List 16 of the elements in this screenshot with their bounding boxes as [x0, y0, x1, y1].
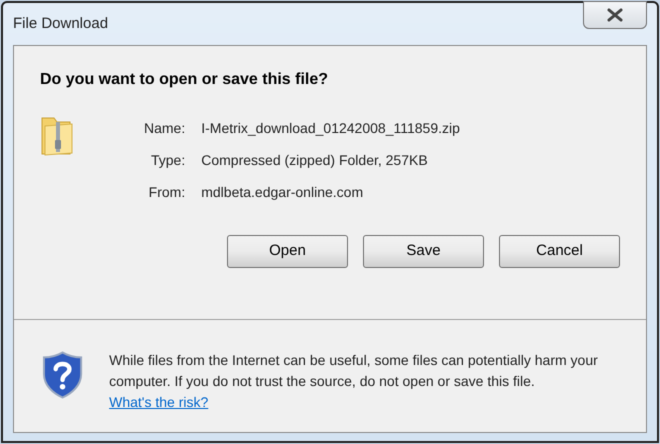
dialog-button[interactable]: Save [363, 235, 484, 268]
field-value: Compressed (zipped) Folder, 257KB [201, 151, 429, 170]
field-label: Name: [144, 119, 186, 138]
close-icon [606, 8, 624, 22]
dialog-button[interactable]: Cancel [499, 235, 620, 268]
field-label: Type: [150, 151, 186, 170]
dialog-button[interactable]: Open [227, 235, 348, 268]
window-title: File Download [13, 14, 108, 34]
field-value: I-Metrix_download_01242008_111859.zip [201, 119, 460, 138]
field-label: From: [148, 183, 186, 202]
risk-link[interactable]: What's the risk? [109, 394, 208, 410]
security-warning: While files from the Internet can be useful, some files can potentially harm your computer. If you do not trust the source, do not open or save this file. What's the risk? [109, 351, 599, 412]
field-value: mdlbeta.edgar-online.com [201, 183, 364, 202]
dialog-question: Do you want to open or save this file? [40, 70, 330, 90]
security-shield-icon [42, 350, 84, 400]
close-button[interactable] [583, 1, 647, 29]
